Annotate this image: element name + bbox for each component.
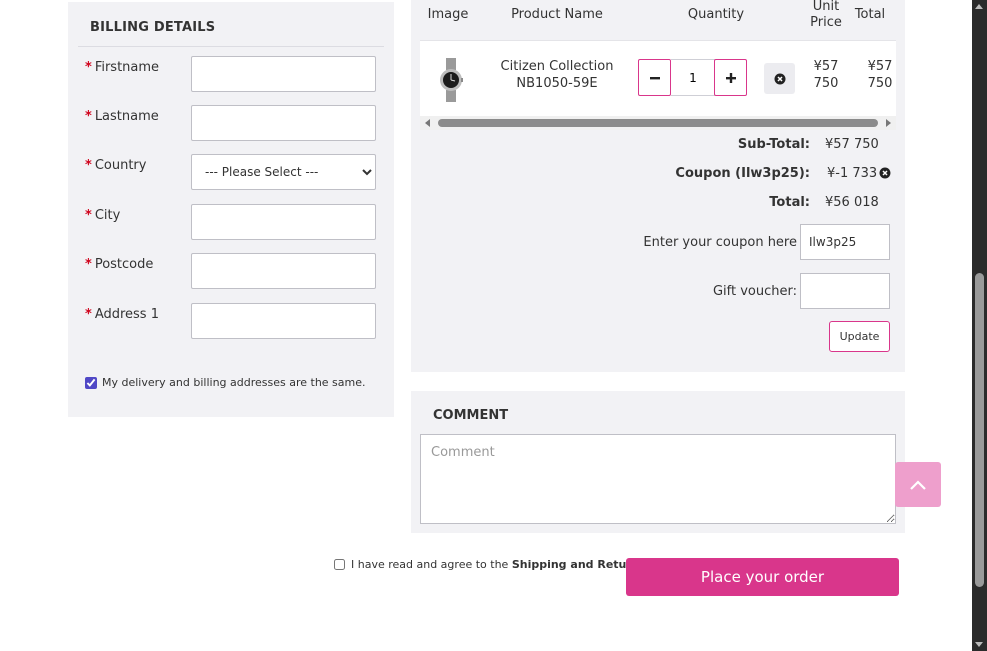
city-label: * City (85, 208, 121, 223)
city-row: * City (68, 204, 394, 240)
subtotal-value: ¥57 750 (825, 137, 879, 152)
coupon-input-label: Enter your coupon here (643, 235, 797, 250)
vertical-scroll-thumb[interactable] (975, 273, 984, 587)
col-product-name: Product Name (511, 7, 603, 22)
coupon-value: ¥-1 733 (827, 166, 878, 181)
quantity-increase-button[interactable] (714, 59, 747, 96)
remove-item-button[interactable] (764, 63, 795, 94)
item-unit-price: ¥57 750 (813, 59, 839, 91)
comment-textarea[interactable] (420, 434, 896, 524)
postcode-input[interactable] (191, 253, 376, 289)
cart-item-row: Citizen Collection NB1050-59E ¥57 750 ¥5… (420, 40, 896, 116)
country-row: * Country --- Please Select --- (68, 154, 394, 190)
quantity-decrease-button[interactable] (638, 59, 671, 96)
lastname-label: * Lastname (85, 109, 159, 124)
total-label: Total: (769, 195, 810, 210)
billing-details-title: BILLING DETAILS (90, 20, 216, 35)
scroll-down-icon[interactable] (975, 642, 983, 647)
col-image: Image (427, 7, 469, 22)
address1-label: * Address 1 (85, 307, 159, 322)
address1-input[interactable] (191, 303, 376, 339)
horizontal-scroll-thumb[interactable] (438, 119, 878, 127)
page-vertical-scrollbar[interactable] (972, 0, 987, 651)
col-total: Total (854, 7, 886, 22)
country-label: * Country (85, 158, 147, 173)
coupon-label: Coupon (Ilw3p25): (675, 166, 810, 181)
firstname-input[interactable] (191, 56, 376, 92)
billing-divider (78, 46, 384, 47)
lastname-input[interactable] (191, 105, 376, 141)
terms-text: I have read and agree to the Shipping an… (351, 558, 647, 571)
item-total-price: ¥57 750 (867, 59, 893, 91)
same-address-option[interactable]: My delivery and billing addresses are th… (85, 376, 366, 389)
cart-panel: Image Product Name Quantity Unit Price T… (411, 0, 905, 372)
comment-panel: COMMENT (411, 391, 905, 533)
remove-circle-icon (774, 73, 785, 84)
plus-icon (725, 72, 736, 83)
comment-title: COMMENT (433, 408, 509, 423)
total-value: ¥56 018 (825, 195, 879, 210)
update-button[interactable]: Update (829, 321, 890, 352)
billing-details-panel: BILLING DETAILS * Firstname * Lastname * Co… (68, 2, 394, 417)
postcode-label: * Postcode (85, 257, 154, 272)
product-name-link[interactable]: Citizen Collection NB1050-59E (476, 58, 638, 92)
firstname-label: * Firstname (85, 60, 160, 75)
same-address-label: My delivery and billing addresses are th… (102, 376, 366, 389)
scroll-to-top-button[interactable] (895, 462, 941, 507)
terms-agreement[interactable]: I have read and agree to the Shipping an… (334, 558, 646, 571)
quantity-input[interactable] (671, 59, 715, 96)
subtotal-label: Sub-Total: (737, 137, 810, 152)
col-unit-price: Unit Price (810, 0, 842, 30)
country-select[interactable]: --- Please Select --- (191, 154, 376, 190)
gift-voucher-label: Gift voucher: (712, 284, 797, 299)
col-quantity: Quantity (687, 7, 745, 22)
firstname-row: * Firstname (68, 56, 394, 92)
postcode-row: * Postcode (68, 253, 394, 289)
scroll-up-icon[interactable] (975, 4, 983, 9)
address1-row: * Address 1 (68, 303, 394, 339)
scroll-right-icon[interactable] (886, 119, 891, 127)
city-input[interactable] (191, 204, 376, 240)
coupon-input[interactable] (800, 224, 890, 260)
same-address-checkbox[interactable] (85, 376, 97, 389)
terms-checkbox[interactable] (334, 559, 345, 570)
minus-icon (649, 76, 660, 79)
cart-table-horizontal-scrollbar[interactable] (420, 116, 896, 130)
gift-voucher-input[interactable] (800, 273, 890, 309)
product-watch-image[interactable] (439, 58, 463, 102)
scroll-left-icon[interactable] (425, 119, 430, 127)
remove-coupon-icon[interactable] (879, 167, 891, 179)
place-order-button[interactable]: Place your order (626, 558, 899, 596)
chevron-up-icon (910, 479, 926, 490)
cart-table-header: Image Product Name Quantity Unit Price T… (420, 0, 896, 40)
lastname-row: * Lastname (68, 105, 394, 141)
